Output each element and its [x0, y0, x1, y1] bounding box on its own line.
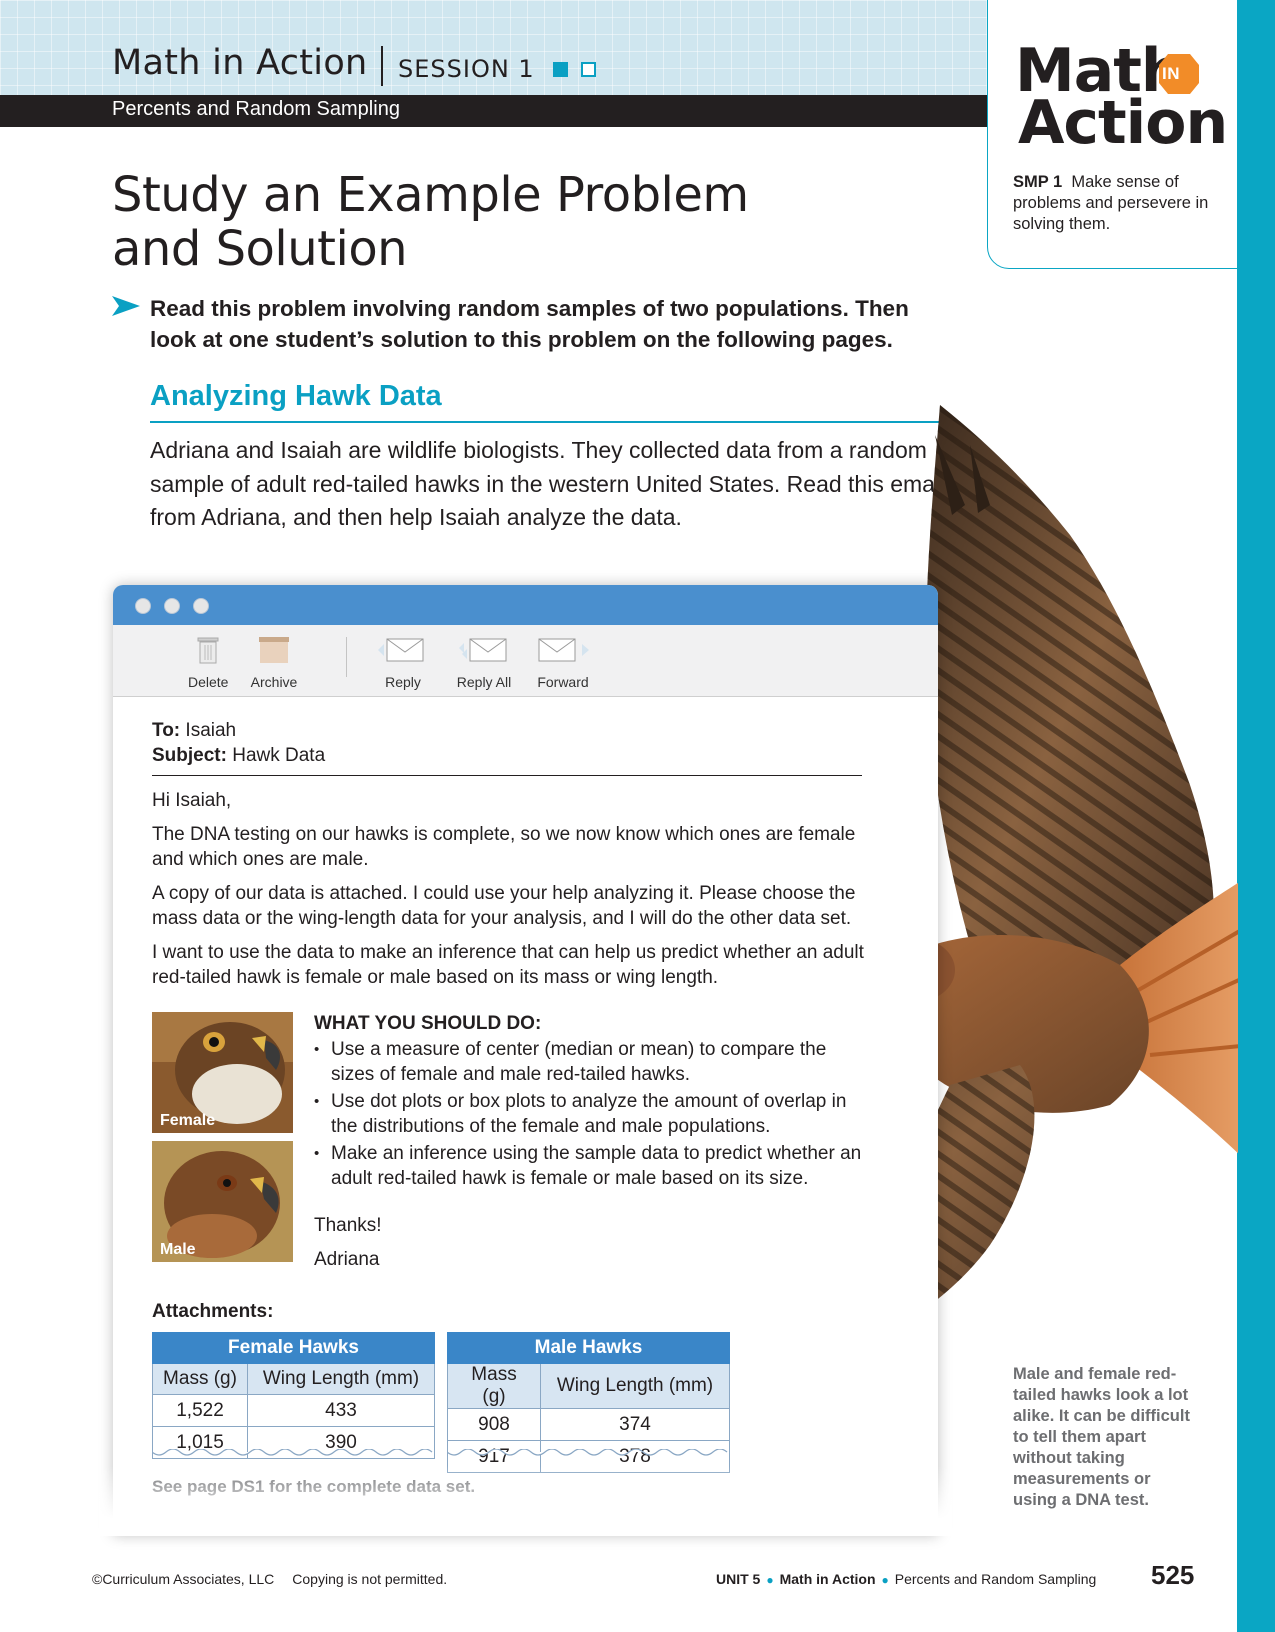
table-cell: 374 [540, 1408, 730, 1441]
todo-list: Use a measure of center (median or mean)… [314, 1037, 874, 1193]
window-zoom-dot[interactable] [193, 598, 209, 614]
subject-label: Subject: [152, 745, 227, 766]
arrow-icon [112, 296, 140, 316]
column-header: Mass (g) [152, 1363, 248, 1395]
email-titlebar [113, 585, 938, 625]
trash-icon [197, 637, 219, 664]
attachments-heading: Attachments: [152, 1301, 274, 1322]
table-cell: 908 [447, 1408, 541, 1441]
male-photo-label: Male [160, 1241, 196, 1258]
email-greeting: Hi Isaiah, [152, 790, 232, 811]
logo-in-badge-text: IN [1162, 64, 1180, 83]
table-cell: 1,522 [152, 1394, 248, 1427]
logo-action-word: Action [1018, 88, 1228, 158]
email-header-rule [152, 775, 862, 776]
delete-label: Delete [188, 674, 229, 690]
hawk-caption: Male and female red-tailed hawks look a … [1013, 1365, 1190, 1509]
female-hawk-photo: Female [152, 1012, 293, 1133]
table-caption: Male Hawks [447, 1332, 730, 1364]
female-photo-label: Female [160, 1112, 216, 1129]
bullet-icon: ● [766, 1573, 774, 1587]
email-toolbar: Delete Archive Reply Reply All Forward [113, 625, 938, 697]
session-indicator-filled [553, 62, 568, 77]
email-paragraph-2: A copy of our data is attached. I could … [152, 883, 856, 929]
page-title-line2: and Solution [112, 221, 408, 277]
toolbar-separator [346, 637, 347, 677]
to-label: To: [152, 720, 181, 741]
archive-button[interactable]: Archive [249, 635, 299, 690]
instruction-text: Read this problem involving random sampl… [150, 296, 909, 352]
email-window: Delete Archive Reply Reply All Forward T… [99, 585, 952, 1536]
reply-all-button[interactable]: Reply All [449, 635, 519, 690]
header-subtitle: Percents and Random Sampling [0, 95, 988, 127]
email-to-line: To: Isaiah [152, 720, 236, 742]
email-closing: Thanks! [314, 1215, 382, 1236]
reply-envelope-icon [378, 638, 424, 662]
column-header: Wing Length (mm) [540, 1363, 730, 1409]
page-title-line1: Study an Example Problem [112, 167, 749, 223]
see-page-note: See page DS1 for the complete data set. [152, 1477, 476, 1496]
todo-item: Make an inference using the sample data … [314, 1141, 874, 1191]
table-caption: Female Hawks [152, 1332, 435, 1364]
table-row: 908 374 [447, 1408, 730, 1441]
footer-left: ©Curriculum Associates, LLC Copying is no… [92, 1571, 447, 1587]
copyright-text: ©Curriculum Associates, LLC [92, 1571, 275, 1587]
window-minimize-dot[interactable] [164, 598, 180, 614]
subject-value: Hawk Data [232, 745, 326, 766]
smp-note: SMP 1 Make sense of problems and perseve… [1013, 172, 1218, 235]
section-title: Analyzing Hawk Data [150, 380, 442, 412]
footer-topic: Percents and Random Sampling [894, 1571, 1097, 1587]
reply-all-envelope-icon [459, 638, 507, 662]
email-signature: Adriana [314, 1249, 380, 1270]
table-tear-edge [152, 1449, 433, 1456]
table-cell: 433 [247, 1394, 435, 1427]
delete-button[interactable]: Delete [188, 635, 228, 690]
reply-button[interactable]: Reply [378, 635, 428, 690]
column-header: Mass (g) [447, 1363, 541, 1409]
to-value: Isaiah [185, 720, 237, 741]
bullet-icon: ● [881, 1573, 889, 1587]
archive-label: Archive [250, 674, 298, 690]
footer-breadcrumb: UNIT 5 ● Math in Action ● Percents and Rando… [716, 1571, 1096, 1587]
todo-heading: WHAT YOU SHOULD DO: [314, 1013, 542, 1034]
footer-lesson: Math in Action [779, 1571, 876, 1587]
reply-all-label: Reply All [456, 674, 512, 690]
table-tear-edge [447, 1449, 728, 1456]
female-hawks-table: Female Hawks Mass (g) Wing Length (mm) 1… [152, 1332, 435, 1459]
reply-label: Reply [385, 674, 421, 690]
window-close-dot[interactable] [135, 598, 151, 614]
forward-envelope-icon [538, 638, 589, 662]
header-title: Math in Action [112, 43, 368, 83]
todo-item: Use a measure of center (median or mean)… [314, 1037, 874, 1087]
table-row: 1,522 433 [152, 1394, 435, 1427]
smp-code: SMP 1 [1013, 173, 1063, 191]
forward-button[interactable]: Forward [533, 635, 593, 690]
page-title: Study an Example Problem and Solution [112, 168, 812, 276]
todo-item: Use dot plots or box plots to analyze th… [314, 1089, 874, 1139]
archive-box-icon [259, 637, 289, 663]
male-hawk-photo: Male [152, 1141, 293, 1262]
footer-unit: UNIT 5 [716, 1571, 761, 1587]
copying-notice: Copying is not permitted. [292, 1571, 448, 1587]
right-accent-stripe [1237, 0, 1275, 1632]
email-subject-line: Subject: Hawk Data [152, 745, 325, 767]
session-label: SESSION 1 [398, 55, 535, 83]
header-divider [381, 46, 383, 86]
column-header: Wing Length (mm) [247, 1363, 435, 1395]
email-paragraph-3: I want to use the data to make an infere… [152, 942, 864, 988]
session-indicator-empty [581, 62, 596, 77]
email-paragraph-1: The DNA testing on our hawks is complete… [152, 824, 856, 870]
page-number: 525 [1151, 1560, 1195, 1590]
forward-label: Forward [537, 674, 589, 690]
